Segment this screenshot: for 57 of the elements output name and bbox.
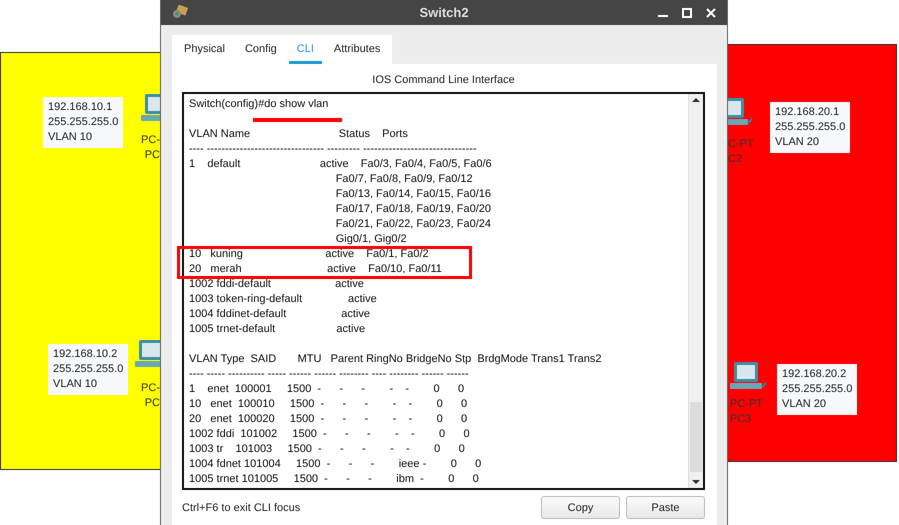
terminal-line: ---- -------------------------------- --------- ------------------------------- — [189, 142, 478, 157]
ip-text: 192.168.20.1 — [775, 105, 840, 120]
terminal-line: Gig0/1, Gig0/2 — [334, 232, 408, 247]
terminal-line: 1002 fddi 101002 1500 - - - - - 0 0 — [189, 427, 471, 442]
terminal-line: 1003 token-ring-default active — [189, 292, 378, 307]
terminal-line: 1 enet 100001 1500 - - - - - 0 0 — [189, 382, 466, 397]
close-icon[interactable] — [705, 6, 717, 18]
terminal-line: 1004 fdnet 101004 1500 - - - ieee - 0 0 — [189, 457, 482, 472]
app-icon — [171, 4, 189, 20]
vlan-text: VLAN 10 — [48, 130, 94, 145]
terminal-line: Fa0/7, Fa0/8, Fa0/9, Fa0/12 — [334, 172, 474, 187]
terminal-line: 1005 trnet 101005 1500 - - - ibm - 0 0 — [189, 472, 480, 487]
terminal-line: 1005 trnet-default active — [189, 322, 366, 337]
tab[interactable]: Attributes — [326, 39, 388, 64]
device-name: PC — [144, 396, 160, 411]
vlan-text: VLAN 20 — [775, 135, 820, 150]
terminal-line: ---- ----- ---------- ----- ------ ------ -------- ---- -------- ------ ------ — [189, 367, 470, 382]
terminal-line: 1004 fddinet-default active — [189, 307, 371, 322]
mask-text: 255.255.255.0 — [775, 120, 846, 135]
mask-text: 255.255.255.0 — [53, 362, 124, 377]
ip-text: 192.168.10.1 — [48, 100, 114, 115]
terminal-line: Fa0/13, Fa0/14, Fa0/15, Fa0/16 — [334, 187, 492, 202]
window-title: Switch2 — [419, 5, 469, 20]
terminal-line: 1002 fddi-default active — [189, 277, 365, 292]
terminal-line: VLAN Type SAID MTU Parent RingNo BridgeNo Stp BrdgMode Trans1 Trans2 — [189, 352, 602, 367]
terminal-line: 1003 tr 101003 1500 - - - - - 0 0 — [189, 442, 466, 457]
device-model: PC-PT — [730, 397, 763, 412]
device-name: PC — [144, 148, 160, 163]
terminal-line: 10 enet 100010 1500 - - - - - 0 0 — [189, 397, 468, 412]
device-model: C-PT — [728, 137, 754, 152]
scroll-thumb[interactable] — [690, 402, 702, 472]
device-model: PC- — [141, 381, 160, 396]
terminal-line: 20 enet 100020 1500 - - - - - 0 0 — [189, 412, 468, 427]
terminal-line: 20 merah active Fa0/10, Fa0/11 — [189, 262, 443, 277]
terminal-line: Fa0/17, Fa0/18, Fa0/19, Fa0/20 — [334, 202, 492, 217]
ip-text: 192.168.20.2 — [782, 367, 848, 382]
mask-text: 255.255.255.0 — [782, 382, 852, 397]
device-name: PC3 — [730, 412, 752, 427]
vlan-text: VLAN 10 — [53, 377, 98, 392]
mask-text: 255.255.255.0 — [48, 115, 118, 130]
terminal-line: 1 default active Fa0/3, Fa0/4, Fa0/5, Fa0/6 — [189, 157, 493, 172]
terminal-line: Fa0/21, Fa0/22, Fa0/23, Fa0/24 — [334, 217, 492, 232]
device-name: C2 — [728, 152, 744, 167]
terminal-line: 10 kuning active Fa0/1, Fa0/2 — [189, 247, 430, 262]
maximize-icon[interactable] — [681, 6, 693, 18]
action-button[interactable]: Copy — [541, 496, 620, 519]
ip-text: 192.168.10.2 — [53, 347, 118, 362]
scrollbar[interactable] — [688, 94, 703, 488]
panel-heading: IOS Command Line Interface — [371, 73, 516, 88]
tab[interactable]: Physical — [176, 39, 233, 64]
terminal-line: Switch(config)#do show vlan — [189, 97, 330, 112]
tab[interactable]: Config — [236, 39, 285, 64]
hint-text: Ctrl+F6 to exit CLI focus — [182, 502, 300, 514]
device-model: PC- — [141, 133, 160, 148]
vlan-text: VLAN 20 — [782, 397, 828, 412]
terminal-line: VLAN Name Status Ports — [189, 127, 409, 142]
action-button[interactable]: Paste — [626, 496, 705, 519]
